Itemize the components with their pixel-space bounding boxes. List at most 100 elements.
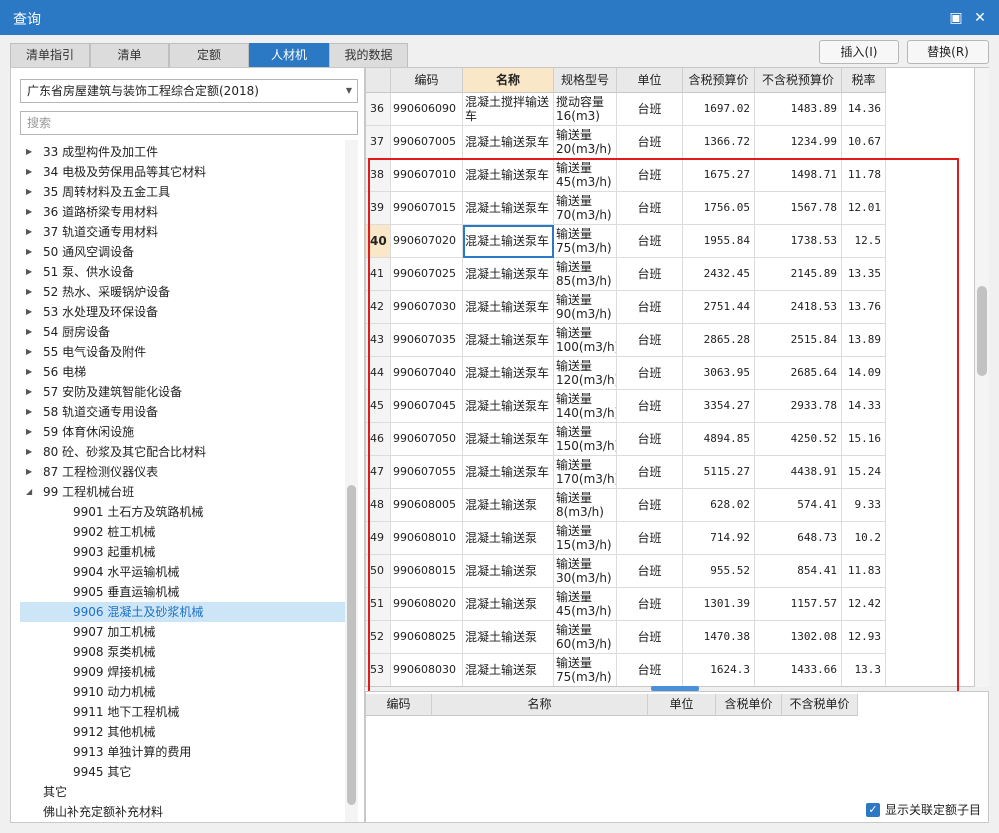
tree-node[interactable]: ▶ 80 砼、砂浆及其它配合比材料 (20, 442, 345, 462)
tree-node[interactable]: ▶ 37 轨道交通专用材料 (20, 222, 345, 242)
tree-node-label: 9905 垂直运输机械 (73, 585, 180, 599)
chevron-right-icon[interactable]: ▶ (26, 442, 32, 462)
header-index[interactable] (366, 68, 391, 93)
search-input[interactable]: 搜索 (20, 111, 358, 135)
tree-node[interactable]: ▶ 36 道路桥梁专用材料 (20, 202, 345, 222)
chevron-right-icon[interactable]: ▶ (26, 242, 32, 262)
tree-node[interactable]: 9905 垂直运输机械 (20, 582, 345, 602)
header-notax-price[interactable]: 不含税预算价 (755, 68, 842, 93)
header-tax-rate[interactable]: 税率 (842, 68, 886, 93)
tree-node[interactable]: 9906 混凝土及砂浆机械 (20, 602, 345, 622)
tree-node[interactable]: 9910 动力机械 (20, 682, 345, 702)
close-icon[interactable]: ✕ (970, 8, 990, 28)
row-index[interactable]: 36 (366, 93, 391, 126)
highlight-box (368, 158, 959, 693)
header-code[interactable]: 编码 (391, 68, 463, 93)
tree-node-label: 9904 水平运输机械 (73, 565, 180, 579)
tree-node[interactable]: 9903 起重机械 (20, 542, 345, 562)
grid-scrollbar-thumb[interactable] (977, 286, 987, 376)
window-title: 查询 (13, 12, 41, 28)
chevron-right-icon[interactable]: ▶ (26, 402, 32, 422)
chevron-right-icon[interactable]: ▶ (26, 222, 32, 242)
chevron-right-icon[interactable]: ▶ (26, 462, 32, 482)
tree-node[interactable]: 9945 其它 (20, 762, 345, 782)
cell-tax-rate[interactable]: 14.36 (842, 93, 886, 126)
cell-tax-price[interactable]: 1366.72 (683, 126, 755, 159)
tab-list-guide[interactable]: 清单指引 (10, 43, 90, 67)
tree-node[interactable]: 9908 泵类机械 (20, 642, 345, 662)
tree-node[interactable]: ▶ 35 周转材料及五金工具 (20, 182, 345, 202)
cell-code[interactable]: 990607005 (391, 126, 463, 159)
tree-node-label: 51 泵、供水设备 (43, 265, 135, 279)
chevron-right-icon[interactable]: ▶ (26, 282, 32, 302)
tree-node[interactable]: 9901 土石方及筑路机械 (20, 502, 345, 522)
tree-node[interactable]: ▶ 34 电极及劳保用品等其它材料 (20, 162, 345, 182)
tree-node[interactable]: ▶ 52 热水、采暖锅炉设备 (20, 282, 345, 302)
chevron-down-icon[interactable]: ◢ (26, 482, 32, 502)
chevron-down-icon[interactable]: ▼ (346, 80, 352, 102)
tree-node[interactable]: 9913 单独计算的费用 (20, 742, 345, 762)
tree-node[interactable]: ▶ 54 厨房设备 (20, 322, 345, 342)
tree-node[interactable]: 佛山补充定额补充材料 (20, 802, 345, 822)
cell-unit[interactable]: 台班 (617, 93, 683, 126)
chevron-right-icon[interactable]: ▶ (26, 182, 32, 202)
grid-scrollbar[interactable] (975, 67, 989, 687)
cell-code[interactable]: 990606090 (391, 93, 463, 126)
cell-unit[interactable]: 台班 (617, 126, 683, 159)
tree-node[interactable]: ▶ 53 水处理及环保设备 (20, 302, 345, 322)
tree-node[interactable]: 其它 (20, 782, 345, 802)
tree-node[interactable]: ▶ 50 通风空调设备 (20, 242, 345, 262)
cell-spec[interactable]: 输送量 20(m3/h) (554, 126, 617, 159)
tab-my-data[interactable]: 我的数据 (329, 43, 408, 67)
chevron-right-icon[interactable]: ▶ (26, 302, 32, 322)
tree-node-label: 9907 加工机械 (73, 625, 156, 639)
tree-node[interactable]: 9911 地下工程机械 (20, 702, 345, 722)
chevron-right-icon[interactable]: ▶ (26, 362, 32, 382)
cell-notax-price[interactable]: 1483.89 (755, 93, 842, 126)
cell-notax-price[interactable]: 1234.99 (755, 126, 842, 159)
replace-button[interactable]: 替换(R) (907, 40, 989, 64)
chevron-right-icon[interactable]: ▶ (26, 202, 32, 222)
cell-tax-price[interactable]: 1697.02 (683, 93, 755, 126)
tree-node[interactable]: 9904 水平运输机械 (20, 562, 345, 582)
row-index[interactable]: 37 (366, 126, 391, 159)
tree-node[interactable]: ◢ 99 工程机械台班 (20, 482, 345, 502)
header-unit[interactable]: 单位 (617, 68, 683, 93)
cell-name[interactable]: 混凝土输送泵车 (463, 126, 554, 159)
header-spec[interactable]: 规格型号 (554, 68, 617, 93)
tree-node[interactable]: ▶ 87 工程检测仪器仪表 (20, 462, 345, 482)
quota-library-select[interactable]: 广东省房屋建筑与装饰工程综合定额(2018) ▼ (20, 79, 358, 103)
tree-scrollbar-thumb[interactable] (347, 485, 356, 805)
tree-node[interactable]: ▶ 33 成型构件及加工件 (20, 142, 345, 162)
chevron-right-icon[interactable]: ▶ (26, 382, 32, 402)
maximize-icon[interactable]: ▣ (946, 8, 966, 28)
chevron-right-icon[interactable]: ▶ (26, 142, 32, 162)
chevron-right-icon[interactable]: ▶ (26, 162, 32, 182)
tree-scrollbar[interactable] (345, 140, 358, 822)
chevron-right-icon[interactable]: ▶ (26, 322, 32, 342)
tree-node[interactable]: 9907 加工机械 (20, 622, 345, 642)
tree-node[interactable]: 9909 焊接机械 (20, 662, 345, 682)
tab-quota[interactable]: 定额 (169, 43, 249, 67)
tree-node[interactable]: ▶ 58 轨道交通专用设备 (20, 402, 345, 422)
cell-tax-rate[interactable]: 10.67 (842, 126, 886, 159)
tab-bill[interactable]: 清单 (90, 43, 169, 67)
cell-spec[interactable]: 搅动容量 16(m3) (554, 93, 617, 126)
cell-name[interactable]: 混凝土搅拌输送车 (463, 93, 554, 126)
chevron-right-icon[interactable]: ▶ (26, 262, 32, 282)
header-name[interactable]: 名称 (463, 68, 554, 93)
header-tax-price[interactable]: 含税预算价 (683, 68, 755, 93)
tree-node-label: 52 热水、采暖锅炉设备 (43, 285, 171, 299)
tree-node[interactable]: 9902 桩工机械 (20, 522, 345, 542)
tab-labor-material-machine[interactable]: 人材机 (249, 43, 329, 67)
tree-node[interactable]: 9912 其他机械 (20, 722, 345, 742)
chevron-right-icon[interactable]: ▶ (26, 342, 32, 362)
tree-node[interactable]: ▶ 56 电梯 (20, 362, 345, 382)
chevron-right-icon[interactable]: ▶ (26, 422, 32, 442)
insert-button[interactable]: 插入(I) (819, 40, 899, 64)
tree-node[interactable]: ▶ 55 电气设备及附件 (20, 342, 345, 362)
show-linked-checkbox[interactable]: ✓ (866, 803, 880, 817)
tree-node[interactable]: ▶ 59 体育休闲设施 (20, 422, 345, 442)
tree-node[interactable]: ▶ 51 泵、供水设备 (20, 262, 345, 282)
tree-node[interactable]: ▶ 57 安防及建筑智能化设备 (20, 382, 345, 402)
